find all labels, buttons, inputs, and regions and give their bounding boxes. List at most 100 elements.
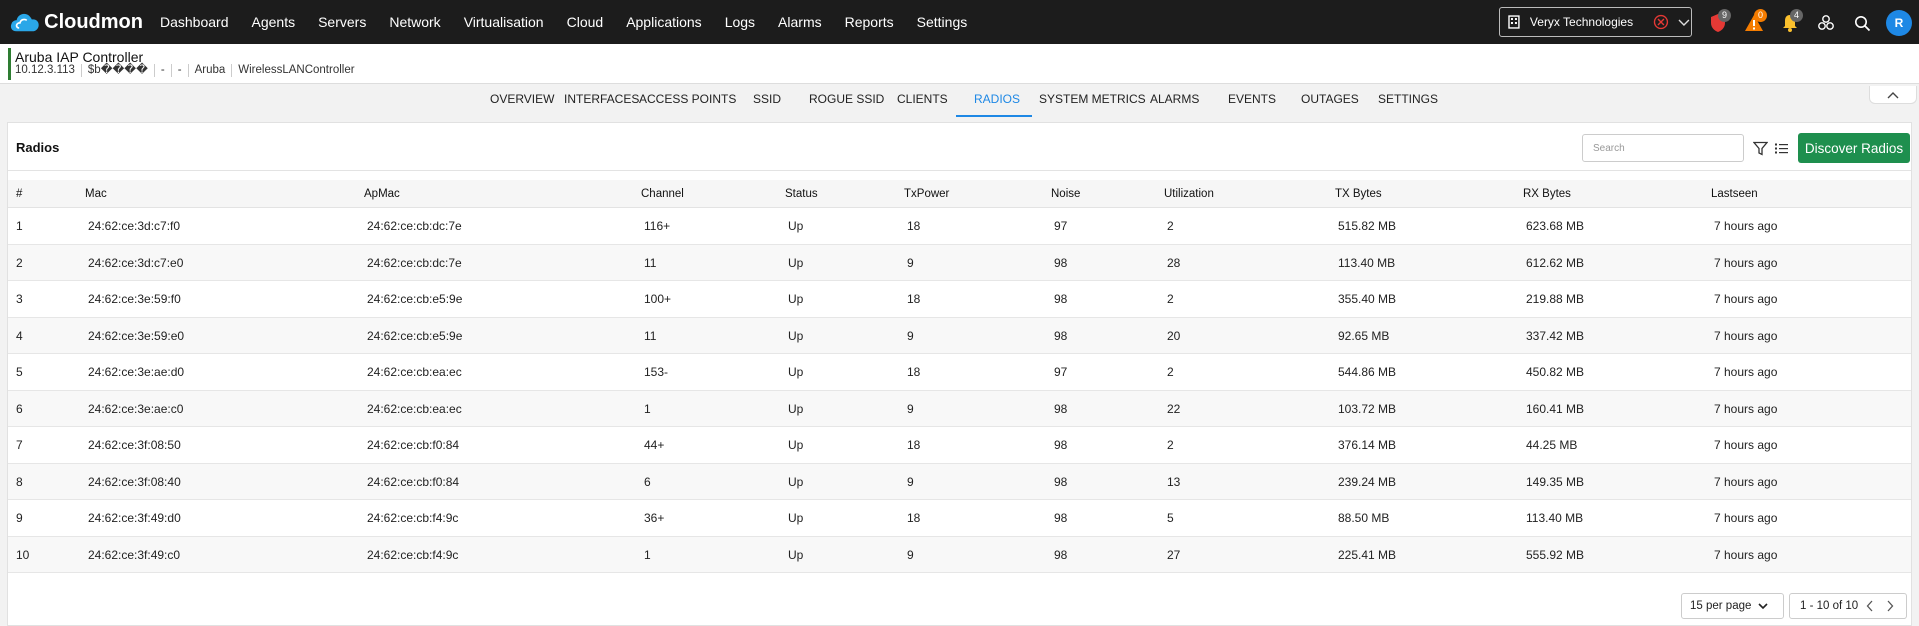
tab-access-points[interactable]: ACCESS POINTS [639, 92, 736, 106]
tx-bytes-cell: 225.41 MB [1338, 547, 1397, 562]
menu-reports[interactable]: Reports [845, 14, 894, 30]
search-icon [1854, 15, 1870, 31]
device-meta: 10.12.3.113 $b���� - - Aruba WirelessLAN… [15, 64, 361, 77]
row-index: 2 [16, 255, 23, 270]
table-row[interactable]: 9 24:62:ce:3f:49:d0 24:62:ce:cb:f4:9c 36+ Up… [8, 500, 1911, 537]
channel-cell: 11 [644, 255, 657, 270]
menu-alarms[interactable]: Alarms [778, 14, 822, 30]
table-row[interactable]: 5 24:62:ce:3e:ae:d0 24:62:ce:cb:ea:ec 153- U… [8, 354, 1911, 391]
tab-radios[interactable]: RADIOS [974, 92, 1020, 106]
utilization-cell: 20 [1167, 328, 1181, 343]
table-row[interactable]: 4 24:62:ce:3e:59:e0 24:62:ce:cb:e5:9e 11 Up 9… [8, 317, 1911, 354]
tab-system-metrics[interactable]: SYSTEM METRICS [1039, 92, 1146, 106]
menu-applications[interactable]: Applications [626, 14, 702, 30]
apmac-cell: 24:62:ce:cb:f0:84 [367, 438, 460, 452]
discover-radios-button[interactable]: Discover Radios [1798, 133, 1910, 163]
txpower-cell: 18 [907, 511, 921, 525]
page-range: 1 - 10 of 10 [1800, 600, 1859, 612]
tab-interfaces[interactable]: INTERFACES [564, 92, 639, 106]
noise-cell: 98 [1054, 438, 1068, 452]
column-header-status[interactable]: Status [785, 188, 818, 200]
table-row[interactable]: 6 24:62:ce:3e:ae:c0 24:62:ce:cb:ea:ec 1 Up 9 9… [8, 390, 1911, 427]
active-tab-indicator [956, 115, 1032, 117]
menu-agents[interactable]: Agents [252, 14, 296, 30]
table-row[interactable]: 7 24:62:ce:3f:08:50 24:62:ce:cb:f0:84 44+ Up… [8, 427, 1911, 464]
lastseen-cell: 7 hours ago [1714, 365, 1778, 379]
apmac-cell: 24:62:ce:cb:f0:84 [367, 474, 460, 489]
menu-dashboard[interactable]: Dashboard [160, 14, 229, 30]
device-community: $b���� [82, 64, 155, 77]
divider [8, 170, 1911, 171]
mac-cell: 24:62:ce:3f:49:d0 [88, 511, 181, 525]
per-page-select[interactable]: 15 per page [1681, 593, 1784, 619]
integrations-button[interactable] [1814, 11, 1838, 35]
tab-clients[interactable]: CLIENTS [897, 92, 948, 106]
user-avatar[interactable]: R [1886, 10, 1912, 36]
status-accent [8, 48, 11, 80]
notifications-badge: 4 [1790, 9, 1803, 22]
table-row[interactable]: 10 24:62:ce:3f:49:c0 24:62:ce:cb:f4:9c 1 Up 9… [8, 536, 1911, 573]
txpower-cell: 9 [907, 474, 914, 489]
menu-settings[interactable]: Settings [917, 14, 968, 30]
column-header-utilization[interactable]: Utilization [1164, 188, 1214, 200]
tab-ssid[interactable]: SSID [753, 92, 781, 106]
mac-cell: 24:62:ce:3e:59:e0 [88, 328, 185, 343]
tab-settings[interactable]: SETTINGS [1378, 92, 1438, 106]
noise-cell: 98 [1054, 328, 1068, 343]
tab-alarms[interactable]: ALARMS [1150, 92, 1199, 106]
column-header-txpower[interactable]: TxPower [904, 188, 949, 200]
warnings-button[interactable]: 0 [1742, 9, 1767, 35]
noise-cell: 98 [1054, 401, 1068, 416]
main-menu: Dashboard Agents Servers Network Virtual… [160, 14, 990, 30]
chevron-down-icon [1758, 603, 1768, 610]
filter-button[interactable] [1751, 139, 1769, 157]
column-header-lastseen[interactable]: Lastseen [1711, 188, 1758, 200]
list-settings-icon [1774, 143, 1788, 153]
column-header-channel[interactable]: Channel [641, 188, 684, 200]
table-row[interactable]: 1 24:62:ce:3d:c7:f0 24:62:ce:cb:dc:7e 116+ U… [8, 208, 1911, 245]
notifications-button[interactable]: 4 [1778, 9, 1803, 35]
apmac-cell: 24:62:ce:cb:ea:ec [367, 365, 462, 379]
rx-bytes-cell: 149.35 MB [1526, 474, 1585, 489]
collapse-header-button[interactable] [1869, 86, 1917, 104]
lastseen-cell: 7 hours ago [1714, 255, 1778, 270]
menu-servers[interactable]: Servers [318, 14, 366, 30]
table-row[interactable]: 3 24:62:ce:3e:59:f0 24:62:ce:cb:e5:9e 100+ U… [8, 281, 1911, 318]
table-row[interactable]: 8 24:62:ce:3f:08:40 24:62:ce:cb:f0:84 6 Up 9 9… [8, 463, 1911, 500]
utilization-cell: 2 [1167, 438, 1174, 452]
menu-logs[interactable]: Logs [725, 14, 755, 30]
organization-select[interactable]: Veryx Technologies [1499, 7, 1692, 37]
mac-cell: 24:62:ce:3e:59:f0 [88, 292, 181, 306]
column-header-tx-bytes[interactable]: TX Bytes [1335, 188, 1382, 200]
rx-bytes-cell: 337.42 MB [1526, 328, 1585, 343]
menu-virtualisation[interactable]: Virtualisation [464, 14, 544, 30]
utilization-cell: 27 [1167, 547, 1181, 562]
next-page-button[interactable] [1882, 598, 1898, 614]
tx-bytes-cell: 113.40 MB [1338, 255, 1396, 270]
columns-button[interactable] [1772, 139, 1790, 157]
column-header-rx-bytes[interactable]: RX Bytes [1523, 188, 1571, 200]
chevron-down-icon[interactable] [1677, 15, 1691, 29]
column-header-noise[interactable]: Noise [1051, 188, 1080, 200]
prev-page-button[interactable] [1862, 598, 1878, 614]
column-header-mac[interactable]: Mac [85, 188, 107, 200]
mac-cell: 24:62:ce:3f:08:50 [88, 438, 181, 452]
tab-overview[interactable]: OVERVIEW [490, 92, 554, 106]
clear-icon[interactable] [1653, 14, 1669, 30]
column-header-apmac[interactable]: ApMac [364, 188, 400, 200]
table-header: # Mac ApMac Channel Status TxPower Noise… [8, 180, 1911, 208]
menu-network[interactable]: Network [389, 14, 440, 30]
global-search-button[interactable] [1850, 11, 1874, 35]
device-ip: 10.12.3.113 [15, 64, 82, 77]
tab-events[interactable]: EVENTS [1228, 92, 1276, 106]
security-alerts-button[interactable]: 9 [1706, 9, 1731, 35]
search-input[interactable] [1582, 134, 1744, 162]
app-logo[interactable]: Cloudmon [9, 9, 143, 35]
lastseen-cell: 7 hours ago [1714, 511, 1778, 525]
tab-rogue-ssid[interactable]: ROGUE SSID [809, 92, 884, 106]
column-header-index[interactable]: # [16, 188, 22, 200]
menu-cloud[interactable]: Cloud [567, 14, 604, 30]
tab-outages[interactable]: OUTAGES [1301, 92, 1359, 106]
utilization-cell: 2 [1167, 292, 1174, 306]
table-row[interactable]: 2 24:62:ce:3d:c7:e0 24:62:ce:cb:dc:7e 11 Up 9… [8, 244, 1911, 281]
